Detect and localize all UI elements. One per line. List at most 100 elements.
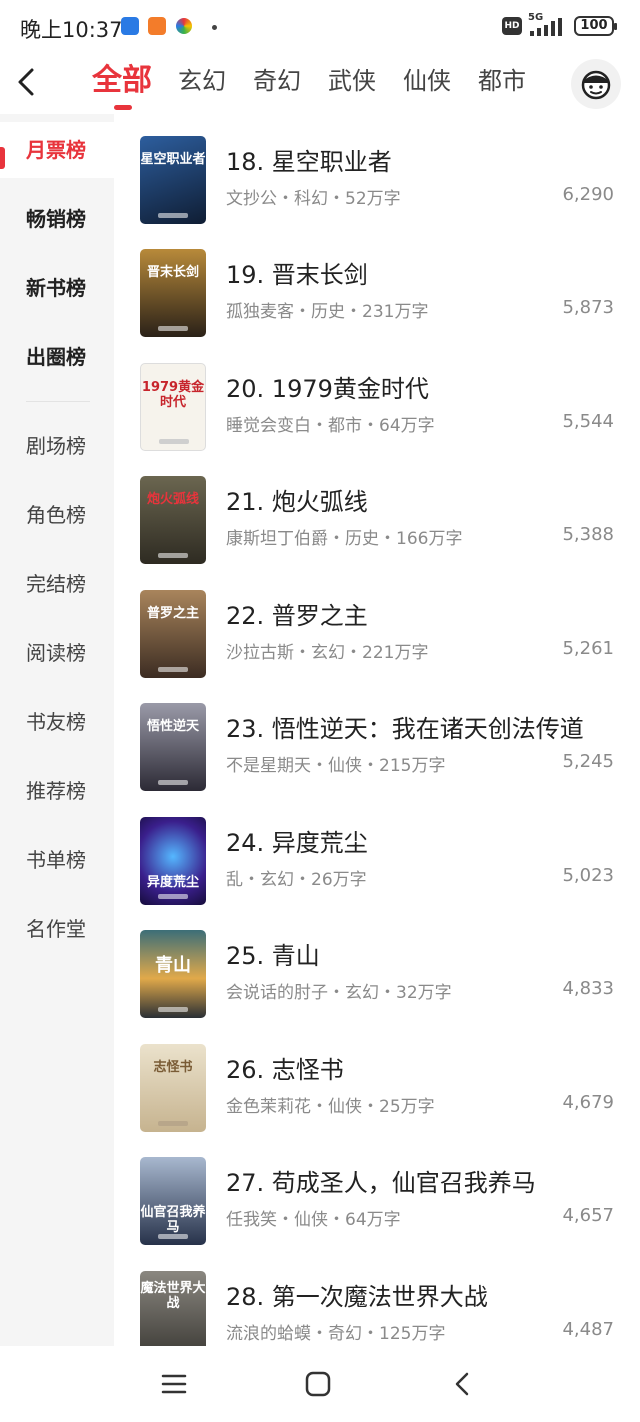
sidebar-item-label: 书单榜 [26, 848, 86, 872]
monthly-ticket-count: 5,245 [562, 751, 614, 772]
sidebar-item-booklist[interactable]: 书单榜 [0, 832, 114, 888]
list-item[interactable]: 魔法世界大战 28. 第一次魔法世界大战 流浪的蛤蟆・奇幻・125万字 4,48… [114, 1249, 640, 1346]
sidebar-item-masterpieces[interactable]: 名作堂 [0, 901, 114, 957]
book-meta: 孤独麦客・历史・231万字 [226, 302, 429, 322]
list-item[interactable]: 1979黄金时代 20. 1979黄金时代 睡觉会变白・都市・64万字 5,54… [114, 341, 640, 454]
list-item[interactable]: 悟性逆天 23. 悟性逆天：我在诸天创法传道 不是星期天・仙侠・215万字 5,… [114, 681, 640, 794]
publisher-mark [159, 439, 189, 444]
tab-dushi[interactable]: 都市 [478, 60, 526, 102]
sidebar-item-monthly-ticket[interactable]: 月票榜 [0, 122, 114, 178]
chevron-left-icon [18, 68, 34, 96]
publisher-mark [158, 213, 188, 218]
back-button[interactable] [12, 62, 44, 102]
book-meta: 文抄公・科幻・52万字 [226, 189, 401, 209]
sidebar-item-character[interactable]: 角色榜 [0, 487, 114, 543]
mi-app-icon [148, 17, 166, 35]
monthly-ticket-count: 4,679 [562, 1092, 614, 1113]
list-item[interactable]: 炮火弧线 21. 炮火弧线 康斯坦丁伯爵・历史・166万字 5,388 [114, 454, 640, 567]
book-meta: 任我笑・仙侠・64万字 [226, 1210, 401, 1230]
publisher-mark [158, 1121, 188, 1126]
category-tabs: 全部 玄幻 奇幻 武侠 仙侠 都市 [92, 60, 553, 102]
monthly-ticket-count: 4,833 [562, 978, 614, 999]
cover-title: 晋末长剑 [146, 265, 199, 280]
cover-title: 志怪书 [153, 1060, 193, 1075]
ranking-sidebar: 月票榜 畅销榜 新书榜 出圈榜 剧场榜 角色榜 完结榜 阅读榜 书友榜 推荐榜 … [0, 114, 114, 1346]
user-avatar-icon [581, 70, 611, 100]
status-bar: 晚上10:37 HD 5G 100 [0, 0, 640, 54]
home-button[interactable] [298, 1366, 338, 1402]
tab-all[interactable]: 全部 [92, 60, 152, 102]
active-tab-indicator [114, 105, 132, 110]
book-title: 20. 1979黄金时代 [226, 375, 429, 403]
sidebar-item-completed[interactable]: 完结榜 [0, 556, 114, 612]
signal-icon [530, 18, 562, 36]
list-item[interactable]: 青山 25. 青山 会说话的肘子・玄幻・32万字 4,833 [114, 908, 640, 1021]
cover-title: 仙官召我养马 [140, 1205, 206, 1235]
sidebar-item-reading[interactable]: 阅读榜 [0, 625, 114, 681]
tab-xuanhuan[interactable]: 玄幻 [178, 60, 226, 102]
book-cover: 仙官召我养马 [140, 1157, 206, 1245]
book-cover: 晋末长剑 [140, 249, 206, 337]
book-cover: 悟性逆天 [140, 703, 206, 791]
system-back-button[interactable] [442, 1366, 482, 1402]
list-item[interactable]: 星空职业者 18. 星空职业者 文抄公・科幻・52万字 6,290 [114, 114, 640, 227]
list-item[interactable]: 晋末长剑 19. 晋末长剑 孤独麦客・历史・231万字 5,873 [114, 227, 640, 340]
sidebar-item-readers[interactable]: 书友榜 [0, 694, 114, 750]
monthly-ticket-count: 5,388 [562, 524, 614, 545]
book-title: 19. 晋末长剑 [226, 261, 368, 289]
tab-wuxia[interactable]: 武侠 [328, 60, 376, 102]
book-title: 28. 第一次魔法世界大战 [226, 1283, 488, 1311]
book-title: 18. 星空职业者 [226, 148, 392, 176]
tab-qihuan[interactable]: 奇幻 [253, 60, 301, 102]
book-meta: 金色茉莉花・仙侠・25万字 [226, 1097, 435, 1117]
sidebar-item-recommend[interactable]: 推荐榜 [0, 763, 114, 819]
sidebar-divider [26, 401, 90, 402]
book-meta: 不是星期天・仙侠・215万字 [226, 756, 446, 776]
book-meta: 睡觉会变白・都市・64万字 [226, 416, 435, 436]
book-cover: 星空职业者 [140, 136, 206, 224]
book-cover: 魔法世界大战 [140, 1271, 206, 1346]
recent-apps-button[interactable] [154, 1366, 194, 1402]
book-cover: 志怪书 [140, 1044, 206, 1132]
status-time: 晚上10:37 [20, 18, 123, 42]
sidebar-item-label: 剧场榜 [26, 434, 86, 458]
hd-icon: HD [502, 17, 522, 35]
avatar[interactable] [571, 59, 621, 109]
back-triangle-icon [455, 1372, 469, 1396]
sidebar-item-breakout[interactable]: 出圈榜 [0, 329, 114, 385]
sidebar-item-new-books[interactable]: 新书榜 [0, 260, 114, 316]
monthly-ticket-count: 4,487 [562, 1319, 614, 1340]
square-home-icon [305, 1371, 331, 1397]
monthly-ticket-count: 5,873 [562, 297, 614, 318]
tab-xianxia[interactable]: 仙侠 [403, 60, 451, 102]
book-meta: 乱・玄幻・26万字 [226, 870, 367, 890]
cover-title: 1979黄金时代 [141, 380, 205, 410]
monthly-ticket-count: 5,261 [562, 638, 614, 659]
cover-title: 青山 [155, 955, 191, 976]
sidebar-item-bestseller[interactable]: 畅销榜 [0, 191, 114, 247]
book-ranking-list: 星空职业者 18. 星空职业者 文抄公・科幻・52万字 6,290 晋末长剑 1… [114, 114, 640, 1346]
list-item[interactable]: 志怪书 26. 志怪书 金色茉莉花・仙侠・25万字 4,679 [114, 1022, 640, 1135]
cover-title: 悟性逆天 [146, 719, 199, 734]
book-cover: 1979黄金时代 [140, 363, 206, 451]
sidebar-item-label: 畅销榜 [26, 207, 86, 231]
monthly-ticket-count: 5,544 [562, 411, 614, 432]
sidebar-item-label: 角色榜 [26, 503, 86, 527]
cover-title: 魔法世界大战 [140, 1281, 206, 1311]
sidebar-item-theater[interactable]: 剧场榜 [0, 418, 114, 474]
sidebar-item-label: 推荐榜 [26, 779, 86, 803]
book-title: 21. 炮火弧线 [226, 488, 368, 516]
translate-app-icon [121, 17, 139, 35]
book-cover: 青山 [140, 930, 206, 1018]
sidebar-item-label: 月票榜 [26, 138, 86, 162]
menu-icon [161, 1374, 187, 1394]
list-item[interactable]: 异度荒尘 24. 异度荒尘 乱・玄幻・26万字 5,023 [114, 795, 640, 908]
book-meta: 流浪的蛤蟆・奇幻・125万字 [226, 1324, 446, 1344]
book-cover: 炮火弧线 [140, 476, 206, 564]
colorful-app-icon [176, 18, 192, 34]
sidebar-item-label: 名作堂 [26, 917, 86, 941]
list-item[interactable]: 普罗之主 22. 普罗之主 沙拉古斯・玄幻・221万字 5,261 [114, 568, 640, 681]
list-item[interactable]: 仙官召我养马 27. 苟成圣人，仙官召我养马 任我笑・仙侠・64万字 4,657 [114, 1135, 640, 1248]
book-meta: 康斯坦丁伯爵・历史・166万字 [226, 529, 463, 549]
book-meta: 沙拉古斯・玄幻・221万字 [226, 643, 429, 663]
